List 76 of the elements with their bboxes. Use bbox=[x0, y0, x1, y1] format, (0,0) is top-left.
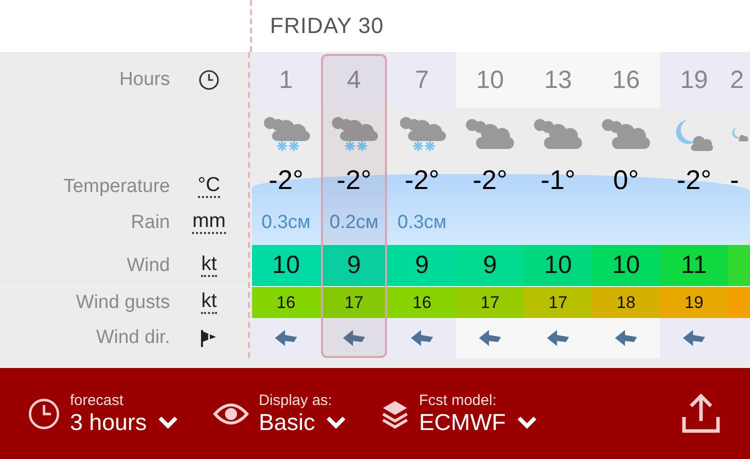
row-label: Wind gusts bbox=[75, 292, 170, 314]
gust-cell: 17 bbox=[524, 287, 592, 318]
hour-label: 10 bbox=[476, 66, 504, 94]
wind-cell: 9 bbox=[388, 245, 456, 287]
day-header: FRIDAY 30 bbox=[269, 13, 384, 39]
selector-value: 3 hours bbox=[70, 408, 147, 436]
forecast-column[interactable]: 7 -2° 0.3см 9 16 bbox=[388, 52, 456, 358]
temperature-value: -2° bbox=[472, 164, 508, 196]
forecast-column[interactable]: 10 -2° 9 17 bbox=[456, 52, 524, 358]
arrow-icon bbox=[274, 329, 298, 347]
layers-icon bbox=[380, 398, 409, 428]
gust-cell: 17 bbox=[456, 287, 524, 318]
rain-value: 0.2см bbox=[330, 212, 378, 234]
temperature-value: -2° bbox=[268, 164, 304, 196]
temperature-value: -2° bbox=[336, 164, 372, 196]
hour-label: 1 bbox=[279, 66, 293, 94]
rain-value: 0.3см bbox=[398, 212, 446, 234]
arrow-icon bbox=[614, 329, 638, 347]
selector-value: Basic bbox=[258, 408, 315, 436]
arrow-icon bbox=[682, 329, 706, 347]
temperature-value: 0° bbox=[613, 164, 639, 196]
hour-label: 16 bbox=[612, 66, 640, 94]
gust-cell: 18 bbox=[592, 287, 660, 318]
clock-icon bbox=[28, 398, 60, 430]
wind-cell: 10 bbox=[592, 245, 660, 287]
direction-cell bbox=[728, 318, 750, 358]
forecast-column[interactable]: 4 -2° 0.2см 9 17 bbox=[320, 52, 388, 358]
chevron-down-icon bbox=[324, 415, 347, 429]
hour-label: 4 bbox=[347, 66, 361, 94]
arrow-icon bbox=[546, 329, 570, 347]
unit-label: mm bbox=[192, 211, 226, 234]
chevron-down-icon bbox=[516, 415, 538, 429]
footer-selector[interactable]: Display as: Basic bbox=[212, 392, 347, 436]
gust-cell: 16 bbox=[252, 287, 320, 318]
row-label: Wind bbox=[126, 254, 170, 276]
arrow-icon bbox=[342, 329, 366, 347]
wind-cell: 10 bbox=[524, 245, 592, 287]
forecast-column[interactable]: 2 - bbox=[728, 52, 750, 358]
gust-cell: 16 bbox=[388, 287, 456, 318]
rain-value: 0.3см bbox=[262, 212, 310, 234]
unit-label: kt bbox=[201, 254, 217, 277]
hour-label: 13 bbox=[544, 66, 572, 94]
footer-selector[interactable]: forecast 3 hours bbox=[28, 392, 179, 436]
clock-icon bbox=[198, 69, 220, 91]
hour-label: 7 bbox=[415, 66, 429, 94]
wind-cell: 9 bbox=[320, 245, 388, 287]
forecast-column[interactable]: 1 -2° 0.3см 10 16 bbox=[252, 52, 320, 358]
hour-label: 19 bbox=[680, 66, 708, 94]
hour-label: 2 bbox=[730, 66, 744, 94]
row-label: Hours bbox=[118, 69, 170, 91]
row-label: Rain bbox=[130, 212, 170, 234]
unit-label: kt bbox=[201, 291, 217, 314]
selector-caption: Display as: bbox=[258, 392, 334, 408]
temperature-value: -2° bbox=[676, 164, 712, 196]
arrow-icon bbox=[478, 329, 502, 347]
forecast-column[interactable]: 16 0° 10 18 bbox=[592, 52, 660, 358]
temperature-value: -2° bbox=[404, 164, 440, 196]
unit-label: °C bbox=[198, 175, 220, 198]
selector-caption: Fcst model: bbox=[418, 392, 498, 408]
wind-cell: 10 bbox=[252, 245, 320, 287]
wind-cell: 9 bbox=[456, 245, 524, 287]
temperature-value: -1° bbox=[540, 164, 576, 196]
footer-selector[interactable]: Fcst model: ECMWF bbox=[380, 392, 538, 436]
row-label: Wind dir. bbox=[95, 327, 170, 349]
eye-icon bbox=[212, 402, 249, 426]
row-label: Temperature bbox=[62, 176, 170, 198]
selector-caption: forecast bbox=[70, 392, 124, 408]
wind-cell: 11 bbox=[660, 245, 728, 287]
forecast-column[interactable]: 13 -1° 10 17 bbox=[524, 52, 592, 358]
forecast-column[interactable]: 19 -2° 11 19 bbox=[660, 52, 728, 358]
arrow-icon bbox=[410, 329, 434, 347]
gust-cell: 17 bbox=[320, 287, 388, 318]
temperature-value: - bbox=[730, 164, 739, 196]
chevron-down-icon bbox=[156, 415, 179, 429]
gust-cell: 19 bbox=[660, 287, 728, 318]
selector-value: ECMWF bbox=[418, 408, 506, 436]
